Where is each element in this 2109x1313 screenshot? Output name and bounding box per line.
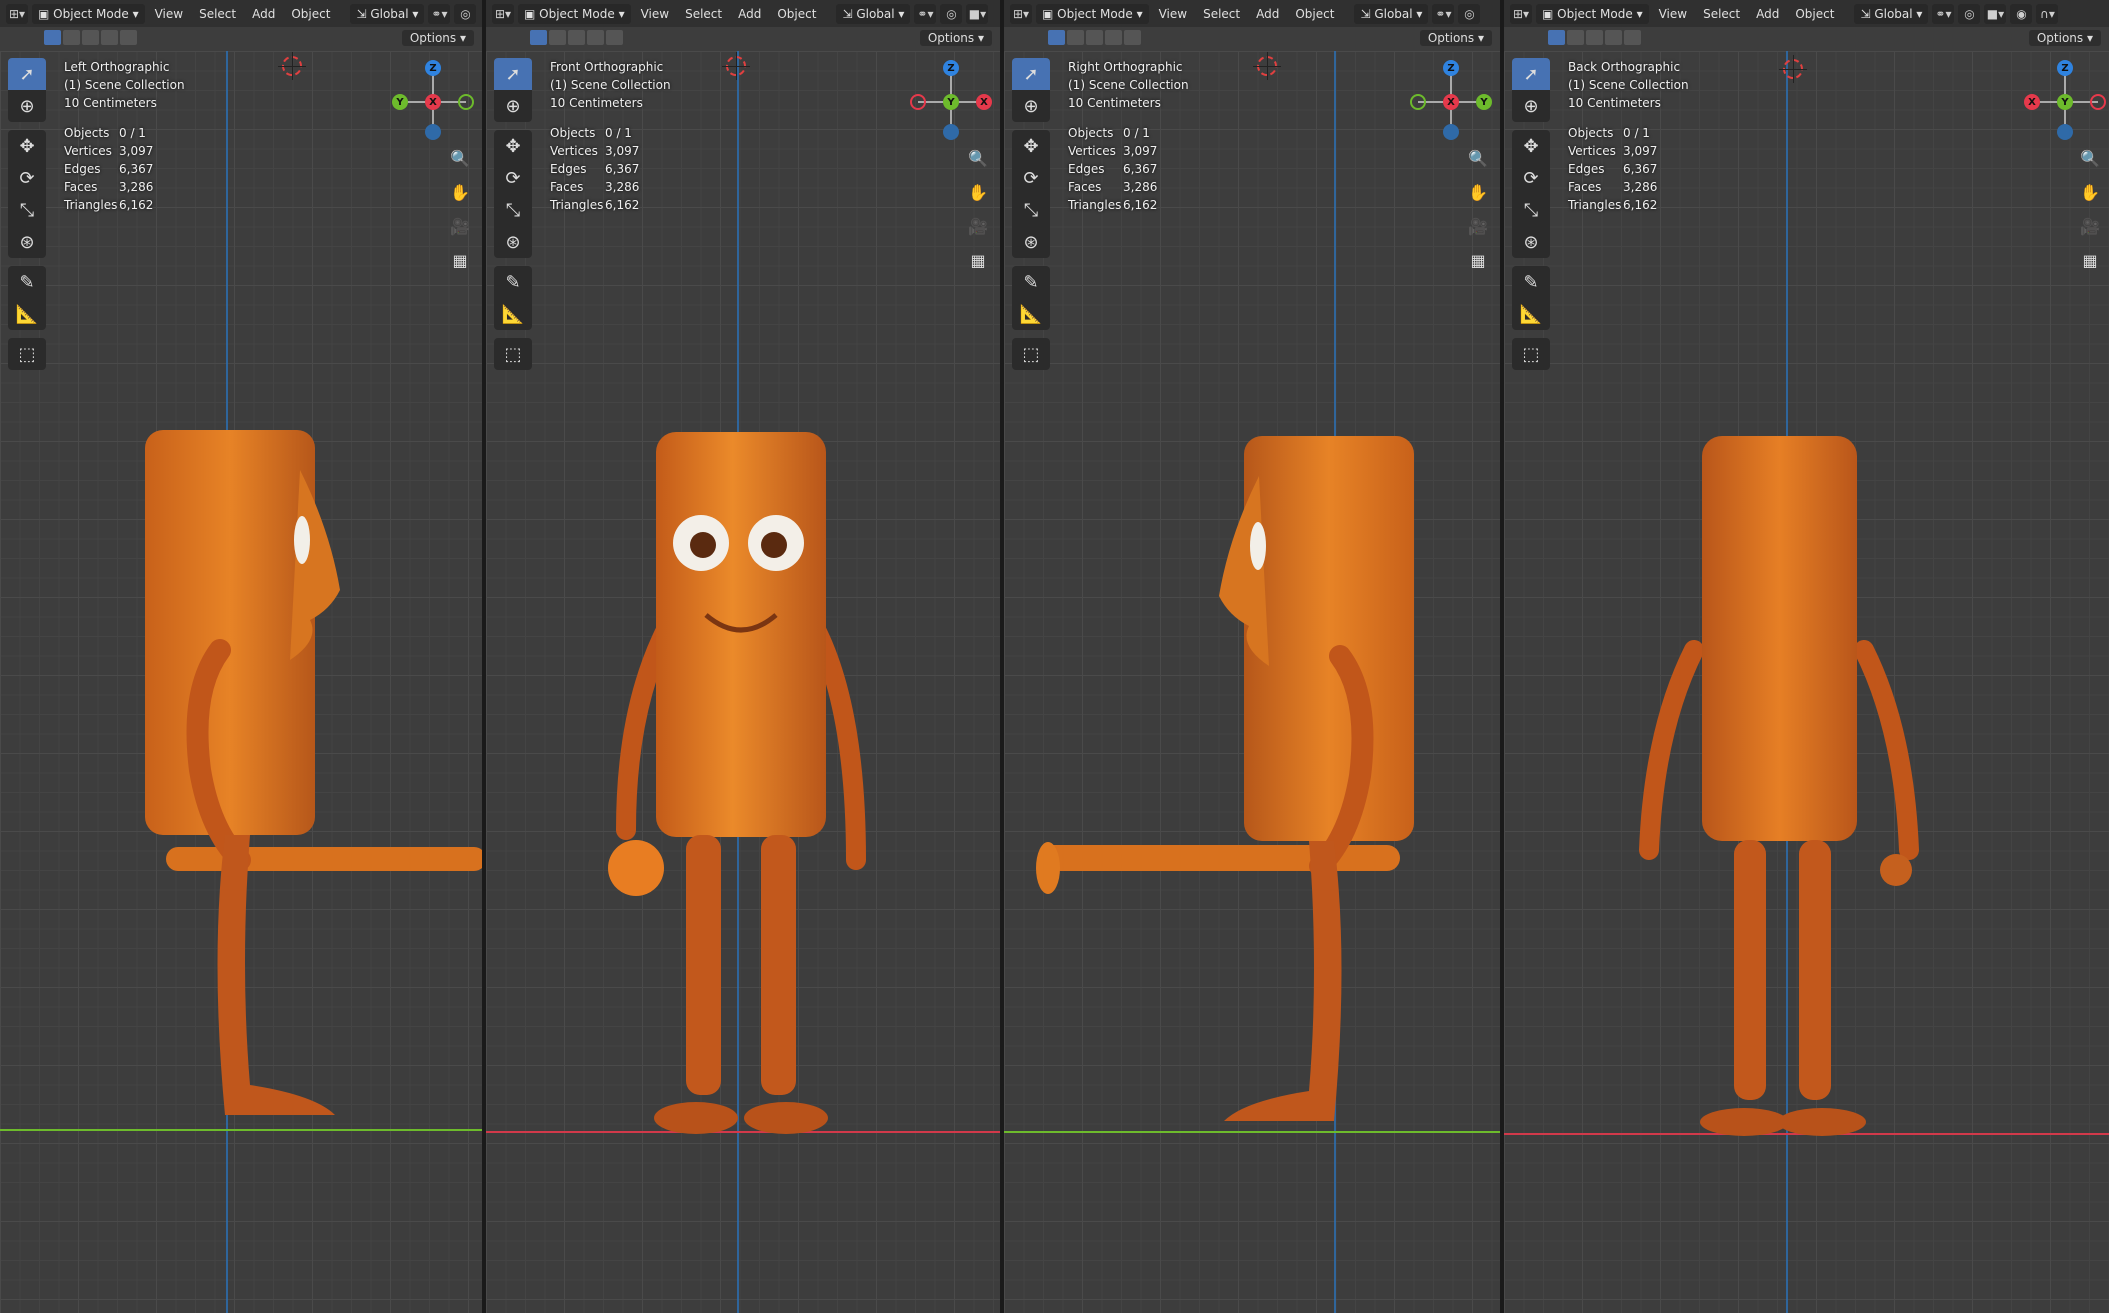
head-body-block xyxy=(1244,436,1414,841)
character-model-side xyxy=(145,430,482,1115)
viewport-left[interactable]: ⊞▾ ▣ Object Mode ▾ View Select Add Objec… xyxy=(0,0,482,1313)
head-body-block xyxy=(656,432,826,837)
arm-right xyxy=(1854,640,1919,860)
eye xyxy=(1250,522,1266,570)
leg-right xyxy=(686,835,721,1095)
viewport-back[interactable]: ⊞▾ ▣ Object Mode ▾ View Select Add Objec… xyxy=(1504,0,2109,1313)
ball xyxy=(608,840,664,896)
character-model-back xyxy=(1639,436,1919,1136)
head-body-block xyxy=(145,430,315,835)
leg-left xyxy=(761,835,796,1095)
ball xyxy=(1880,854,1912,886)
baseball-bat xyxy=(166,847,482,871)
arm-left xyxy=(1639,640,1704,860)
leg-and-foot xyxy=(217,835,335,1115)
head-body-block xyxy=(1702,436,1857,841)
leg-left xyxy=(1734,840,1766,1100)
eye xyxy=(294,516,310,564)
foot-left xyxy=(1700,1108,1788,1136)
viewport-front[interactable]: ⊞▾ ▣ Object Mode ▾ View Select Add Objec… xyxy=(486,0,1000,1313)
leg-and-foot xyxy=(1224,841,1342,1121)
foot-right xyxy=(654,1102,738,1134)
pupil-right xyxy=(761,532,787,558)
viewport-right[interactable]: ⊞▾ ▣ Object Mode ▾ View Select Add Objec… xyxy=(1004,0,1500,1313)
character-model-front xyxy=(608,432,866,1134)
bat-end xyxy=(1036,842,1060,894)
pupil-left xyxy=(690,532,716,558)
character-model-side xyxy=(1036,436,1414,1121)
foot-right xyxy=(1778,1108,1866,1136)
foot-left xyxy=(744,1102,828,1134)
leg-right xyxy=(1799,840,1831,1100)
